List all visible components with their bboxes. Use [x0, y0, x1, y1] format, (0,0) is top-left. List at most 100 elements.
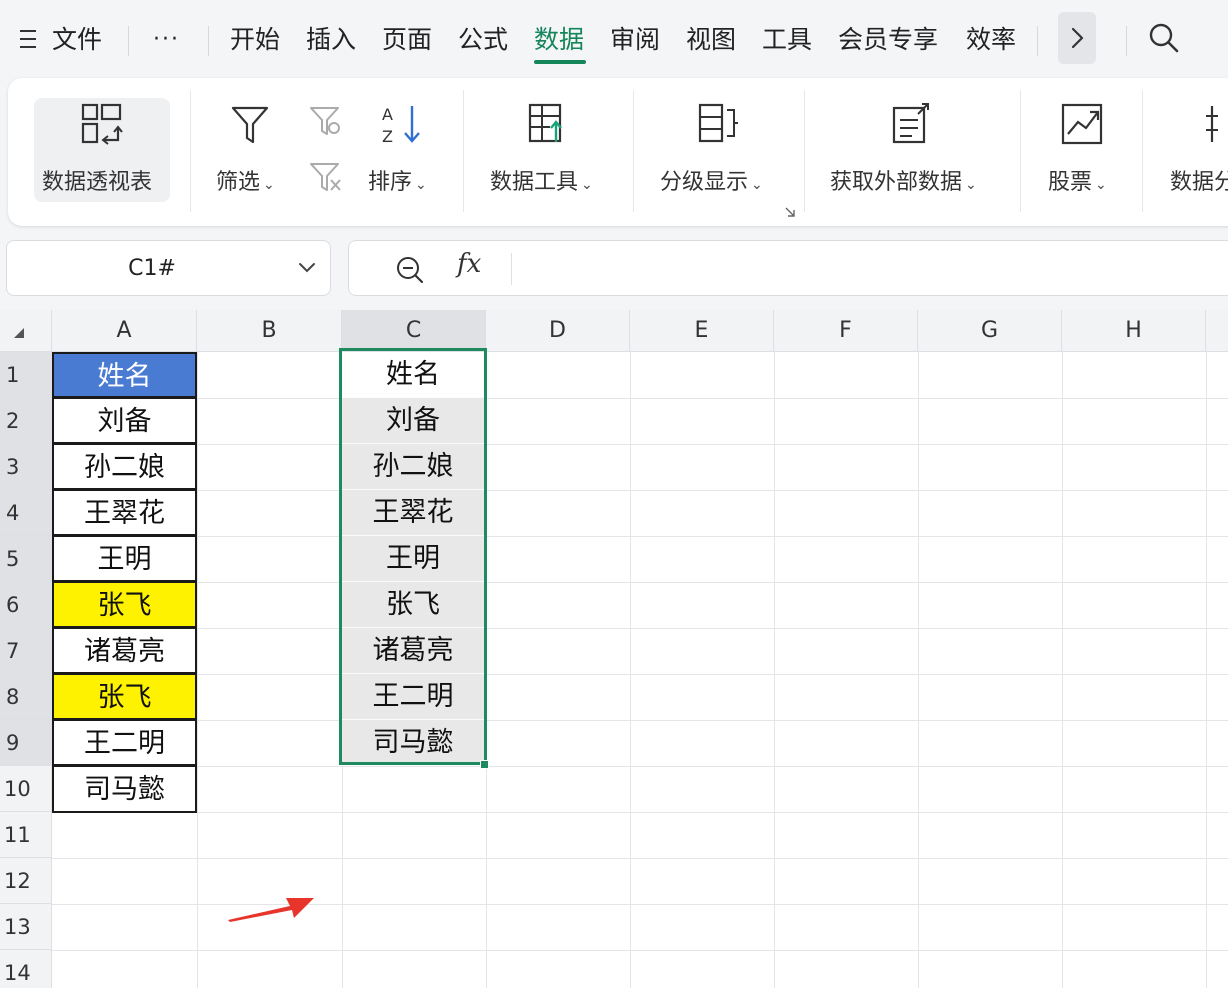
cell-a2[interactable]: 刘备 [52, 398, 197, 444]
tab-data[interactable]: 数据 [534, 20, 584, 60]
row-header-7[interactable]: 7 [0, 628, 52, 674]
chevron-down-icon: ⌄ [263, 177, 275, 193]
dialog-launcher-icon[interactable] [784, 206, 796, 218]
grid-line [486, 352, 487, 988]
data-compare-icon [1206, 106, 1218, 142]
cell-a4[interactable]: 王翠花 [52, 490, 197, 536]
cell-a1[interactable]: 姓名 [52, 352, 197, 398]
clear-filter-icon[interactable] [308, 160, 344, 196]
grid-line [1062, 352, 1063, 988]
column-header-f[interactable]: F [774, 310, 918, 352]
data-tools-text: 数据工具 [490, 170, 579, 195]
tab-view[interactable]: 视图 [686, 20, 736, 60]
grid-line [52, 490, 1228, 491]
row-header-9[interactable]: 9 [0, 720, 52, 766]
more-tabs-button[interactable] [1058, 12, 1096, 64]
external-data-icon [892, 103, 929, 144]
filter-icon [231, 106, 269, 144]
grid-line [52, 950, 1228, 951]
row-header-13[interactable]: 13 [0, 904, 52, 950]
row-header-10[interactable]: 10 [0, 766, 52, 812]
ribbon-divider [804, 90, 805, 212]
cell-c9[interactable]: 司马懿 [342, 720, 484, 766]
chevron-down-icon: ⌄ [581, 177, 593, 193]
name-box[interactable]: C1# [6, 240, 331, 296]
pivot-table-label: 数据透视表 [42, 170, 153, 195]
grid-line [52, 628, 1228, 629]
column-header-g[interactable]: G [918, 310, 1062, 352]
tab-review[interactable]: 审阅 [610, 20, 660, 60]
row-header-12[interactable]: 12 [0, 858, 52, 904]
tab-home[interactable]: 开始 [230, 20, 280, 60]
grid-line [52, 444, 1228, 445]
row-header-3[interactable]: 3 [0, 444, 52, 490]
menu-bar: 文件 ··· 开始 插入 页面 公式 数据 审阅 视图 工具 会员专享 效率 [0, 0, 1228, 78]
chevron-right-icon [1071, 27, 1084, 49]
external-data-label: 获取外部数据 ⌄ [830, 164, 977, 196]
cell-c4[interactable]: 王翠花 [342, 490, 484, 536]
cell-a5[interactable]: 王明 [52, 536, 197, 582]
cell-c1[interactable]: 姓名 [342, 352, 484, 398]
grid-line [52, 766, 1228, 767]
select-all-corner[interactable] [0, 310, 52, 352]
column-header-b[interactable]: B [197, 310, 342, 352]
chevron-down-icon: ⌄ [1095, 177, 1107, 193]
cell-a3[interactable]: 孙二娘 [52, 444, 197, 490]
pivot-table-icon [81, 103, 123, 145]
cell-a6[interactable]: 张飞 [52, 582, 197, 628]
cell-c2[interactable]: 刘备 [342, 398, 484, 444]
column-header-partial[interactable] [1206, 310, 1228, 352]
filter-settings-icon[interactable] [308, 104, 344, 140]
row-header-2[interactable]: 2 [0, 398, 52, 444]
ribbon-divider [1142, 90, 1143, 212]
row-header-8[interactable]: 8 [0, 674, 52, 720]
menu-file[interactable]: 文件 [52, 20, 102, 60]
search-button[interactable] [1146, 20, 1182, 56]
cell-a9[interactable]: 王二明 [52, 720, 197, 766]
row-header-4[interactable]: 4 [0, 490, 52, 536]
stocks-icon [1061, 103, 1103, 145]
cell-c5[interactable]: 王明 [342, 536, 484, 582]
insert-function-icon[interactable]: fx [457, 249, 481, 279]
tab-page[interactable]: 页面 [382, 20, 432, 60]
column-header-d[interactable]: D [486, 310, 630, 352]
tab-member[interactable]: 会员专享 [838, 20, 938, 60]
cell-a10[interactable]: 司马懿 [52, 766, 197, 813]
grid-line [52, 398, 1228, 399]
cell-c6[interactable]: 张飞 [342, 582, 484, 628]
cell-c8[interactable]: 王二明 [342, 674, 484, 720]
filter-text: 筛选 [216, 170, 261, 195]
column-header-c[interactable]: C [342, 310, 486, 352]
tab-tools[interactable]: 工具 [762, 20, 812, 60]
stocks-text: 股票 [1048, 170, 1093, 195]
row-header-1[interactable]: 1 [0, 352, 52, 398]
cell-a8[interactable]: 张飞 [52, 674, 197, 720]
grid-line [52, 720, 1228, 721]
menu-more[interactable]: ··· [153, 20, 180, 60]
cell-a7[interactable]: 诸葛亮 [52, 628, 197, 674]
row-header-5[interactable]: 5 [0, 536, 52, 582]
column-header-a[interactable]: A [52, 310, 197, 352]
row-header-11[interactable]: 11 [0, 812, 52, 858]
chevron-down-icon: ⌄ [415, 177, 427, 193]
grid-line [52, 582, 1228, 583]
hamburger-menu-icon[interactable] [20, 28, 38, 50]
formula-bar[interactable]: fx [348, 240, 1228, 296]
cell-c3[interactable]: 孙二娘 [342, 444, 484, 490]
row-header-14[interactable]: 14 [0, 950, 52, 988]
search-icon [1149, 23, 1179, 53]
column-header-h[interactable]: H [1062, 310, 1206, 352]
worksheet-grid[interactable]: A B C D E F G H 1 2 3 4 5 6 7 8 9 10 11 … [0, 310, 1228, 988]
zoom-icon[interactable] [395, 255, 425, 285]
fill-handle[interactable] [480, 760, 489, 769]
column-header-e[interactable]: E [630, 310, 774, 352]
tab-efficiency[interactable]: 效率 [966, 20, 1016, 60]
tab-formulas[interactable]: 公式 [458, 20, 508, 60]
outline-label: 分级显示 ⌄ [660, 164, 763, 196]
tab-insert[interactable]: 插入 [306, 20, 356, 60]
stocks-label: 股票 ⌄ [1048, 164, 1107, 196]
cell-c7[interactable]: 诸葛亮 [342, 628, 484, 674]
grid-line [52, 812, 1228, 813]
row-header-6[interactable]: 6 [0, 582, 52, 628]
chevron-down-icon[interactable] [298, 261, 316, 275]
